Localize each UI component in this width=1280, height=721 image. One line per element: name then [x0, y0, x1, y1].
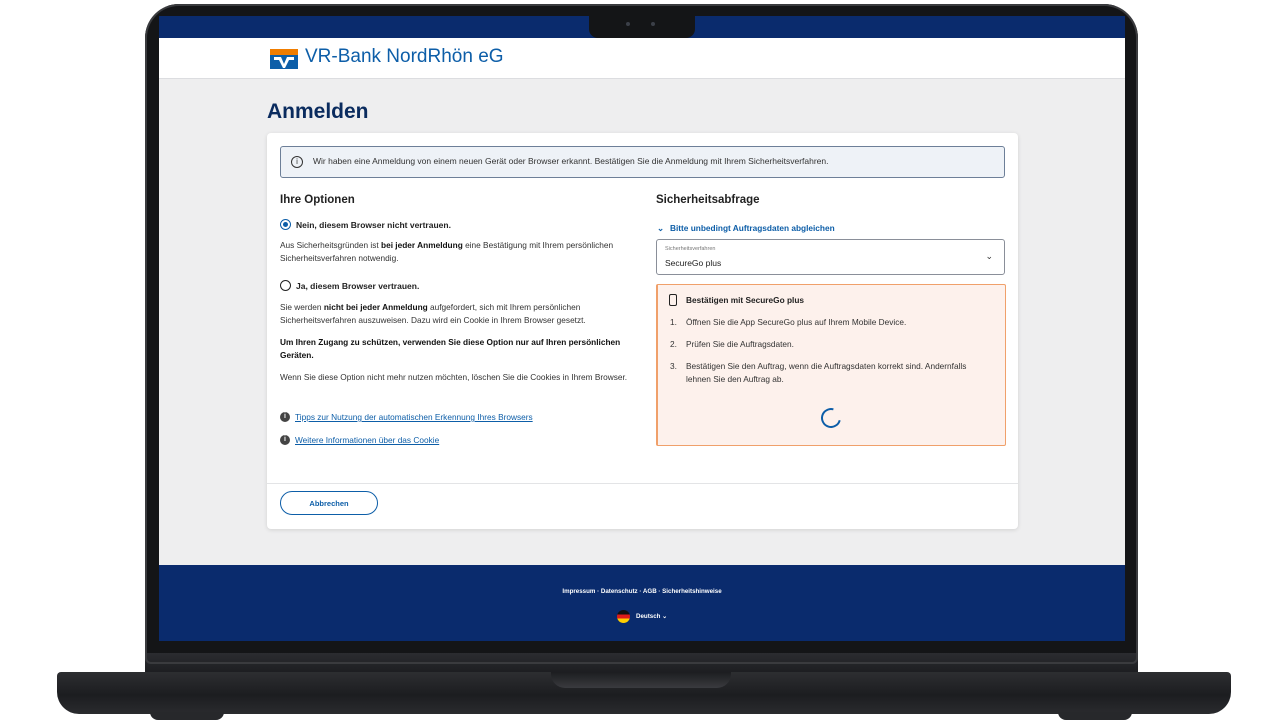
chevron-down-icon: ⌄ [662, 613, 668, 620]
option-trust-text: Sie werden nicht bei jeder Anmeldung auf… [280, 301, 630, 327]
laptop-groove [551, 672, 731, 688]
bank-name[interactable]: VR-Bank NordRhön eG [305, 46, 504, 68]
options-heading: Ihre Optionen [280, 194, 355, 206]
security-method-select[interactable]: Sicherheitsverfahren SecureGo plus ⌄ [656, 239, 1005, 275]
compare-data-label: Bitte unbedingt Auftragsdaten abgleichen [669, 223, 835, 233]
step-text: Prüfen Sie die Auftragsdaten. [686, 339, 794, 349]
info-banner: i Wir haben eine Anmeldung von einem neu… [280, 146, 1005, 178]
compare-data-toggle[interactable]: ⌄ Bitte unbedingt Auftragsdaten abgleiche… [657, 223, 835, 233]
securego-instructions: Bestätigen mit SecureGo plus 1. Öffnen S… [656, 284, 1006, 446]
site-footer: Impressum · Datenschutz · AGB · Sicherhe… [159, 565, 1125, 641]
step-item: 3. Bestätigen Sie den Auftrag, wenn die … [670, 360, 990, 386]
step-text: Bestätigen Sie den Auftrag, wenn die Auf… [686, 361, 967, 384]
login-card: i Wir haben eine Anmeldung von einem neu… [267, 133, 1018, 529]
option-trust-label[interactable]: Ja, diesem Browser vertrauen. [296, 281, 419, 291]
securego-title: Bestätigen mit SecureGo plus [686, 295, 805, 305]
laptop-foot-left [150, 712, 224, 720]
german-flag-icon [617, 610, 630, 623]
info-filled-icon: i [280, 435, 290, 445]
info-icon: i [291, 156, 303, 168]
option-trust-note: Wenn Sie diese Option nicht mehr nutzen … [280, 372, 628, 382]
footer-links[interactable]: Impressum · Datenschutz · AGB · Sicherhe… [159, 588, 1125, 595]
language-value: Deutsch [636, 613, 661, 620]
step-number: 3. [670, 361, 677, 371]
cookie-info-link[interactable]: Weitere Informationen über das Cookie [295, 435, 439, 445]
step-item: 2. Prüfen Sie die Auftragsdaten. [670, 338, 990, 351]
step-text: Öffnen Sie die App SecureGo plus auf Ihr… [686, 317, 907, 327]
step-item: 1. Öffnen Sie die App SecureGo plus auf … [670, 316, 990, 329]
text-part: Sie werden [280, 302, 324, 312]
option-not-trust-label[interactable]: Nein, diesem Browser nicht vertrauen. [296, 220, 451, 230]
radio-not-trust[interactable] [280, 219, 291, 230]
page-title: Anmelden [267, 100, 369, 123]
option-trust-warning: Um Ihren Zugang zu schützen, verwenden S… [280, 337, 621, 360]
text-bold: bei jeder Anmeldung [381, 240, 463, 250]
camera-dot [651, 22, 655, 26]
chevron-down-icon: ⌄ [657, 223, 664, 233]
language-label: Deutsch ⌄ [636, 613, 667, 620]
bank-logo-icon[interactable] [270, 49, 298, 69]
radio-trust[interactable] [280, 280, 291, 291]
text-part: Aus Sicherheitsgründen ist [280, 240, 382, 250]
security-method-label: Sicherheitsverfahren [665, 246, 716, 252]
step-number: 1. [670, 317, 677, 327]
chevron-down-icon: ⌄ [985, 251, 993, 261]
cancel-button[interactable]: Abbrechen [280, 491, 378, 515]
tips-link[interactable]: Tipps zur Nutzung der automatischen Erke… [295, 412, 533, 422]
camera-notch [589, 14, 695, 38]
info-text: Wir haben eine Anmeldung von einem neuen… [313, 156, 829, 166]
step-number: 2. [670, 339, 677, 349]
loading-spinner-icon [817, 404, 845, 432]
card-divider [267, 483, 1018, 484]
laptop-foot-right [1058, 712, 1132, 720]
laptop-screen: VR-Bank NordRhön eG Anmelden i Wir haben… [159, 16, 1125, 641]
security-method-value: SecureGo plus [665, 258, 722, 268]
text-bold: nicht bei jeder Anmeldung [323, 302, 428, 312]
site-header: VR-Bank NordRhön eG [159, 38, 1125, 79]
phone-icon [669, 294, 677, 306]
camera-dot [626, 22, 630, 26]
security-heading: Sicherheitsabfrage [656, 194, 760, 206]
option-not-trust-text: Aus Sicherheitsgründen ist bei jeder Anm… [280, 239, 630, 265]
info-filled-icon: i [280, 412, 290, 422]
